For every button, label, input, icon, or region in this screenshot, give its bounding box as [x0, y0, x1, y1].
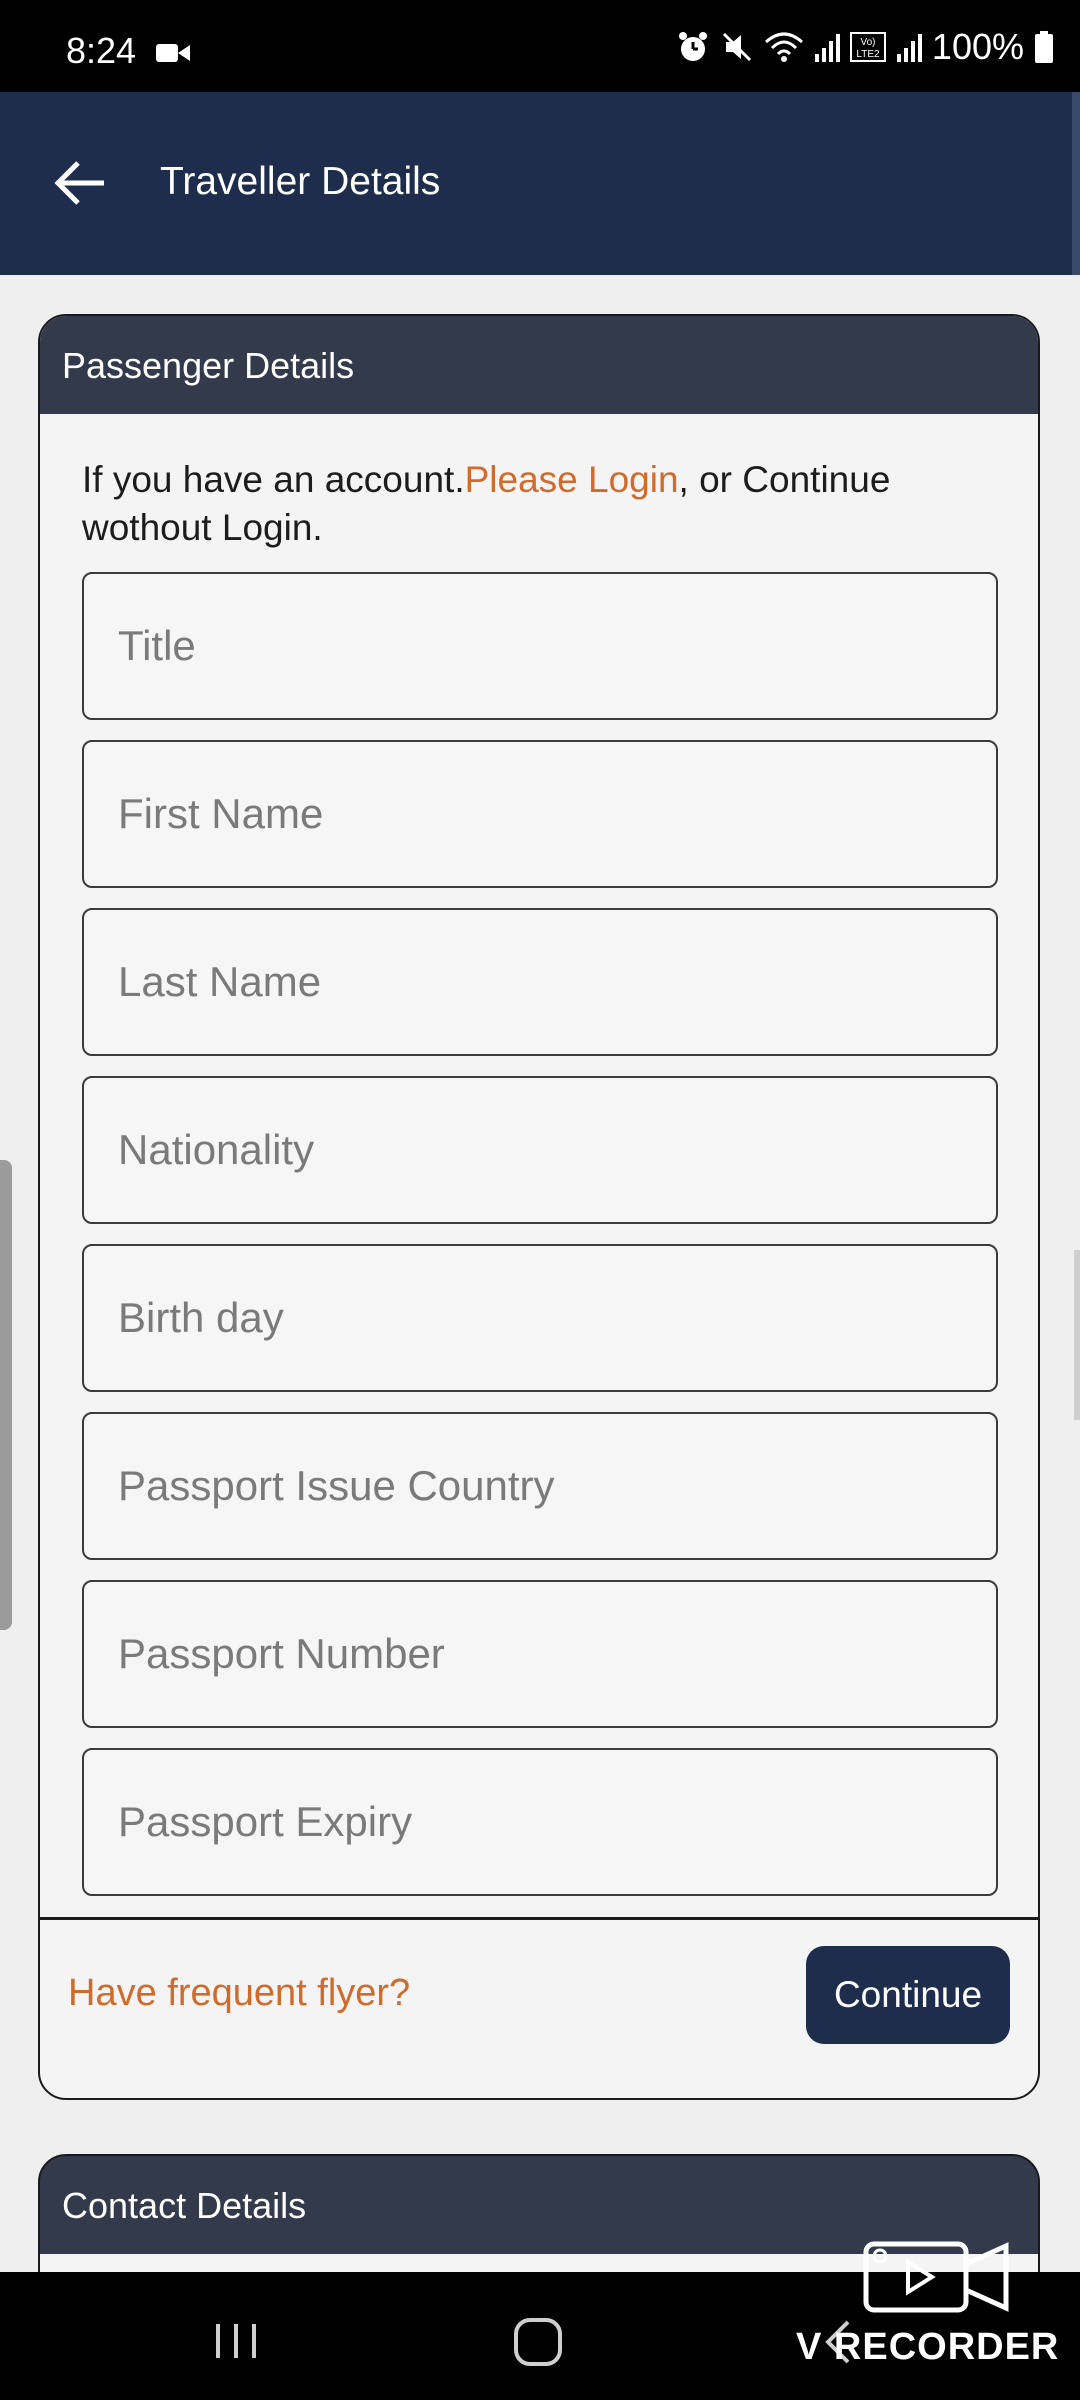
watermark-text: V RECORDER	[796, 2326, 1060, 2368]
signal-icon	[814, 34, 840, 62]
passport-number-input[interactable]	[84, 1629, 996, 1679]
video-camera-icon	[863, 2241, 1009, 2313]
wifi-icon	[764, 32, 803, 62]
status-time: 8:24	[66, 30, 137, 71]
svg-text:Vo): Vo)	[860, 37, 875, 48]
passport-expiry-field[interactable]	[82, 1748, 998, 1896]
passenger-form: If you have an account.Please Login, or …	[40, 414, 1038, 1896]
v-recorder-watermark: V RECORDER	[790, 2232, 1060, 2372]
arrow-left-icon[interactable]	[52, 158, 108, 208]
birth-day-input[interactable]	[84, 1293, 996, 1343]
title-field[interactable]	[82, 572, 998, 720]
login-prompt: If you have an account.Please Login, or …	[82, 456, 998, 552]
page-title: Traveller Details	[160, 160, 441, 203]
volte-icon: Vo) LTE2	[849, 32, 886, 62]
battery-icon	[1035, 31, 1053, 63]
home-icon[interactable]	[512, 2316, 564, 2368]
login-prompt-text: If you have an account.	[82, 459, 465, 500]
frequent-flyer-link[interactable]: Have frequent flyer?	[68, 1972, 410, 2015]
first-name-field[interactable]	[82, 740, 998, 888]
continue-button[interactable]: Continue	[806, 1946, 1010, 2044]
birth-day-field[interactable]	[82, 1244, 998, 1392]
edge-panel-handle[interactable]	[0, 1160, 12, 1630]
battery-percent: 100%	[931, 26, 1024, 67]
recents-icon[interactable]	[212, 2322, 260, 2360]
app-bar-scroll-indicator	[1072, 92, 1080, 275]
title-input[interactable]	[84, 621, 996, 671]
signal-icon	[896, 34, 922, 62]
passport-issue-country-input[interactable]	[84, 1461, 996, 1511]
last-name-input[interactable]	[84, 957, 996, 1007]
scrollbar[interactable]	[1074, 1250, 1080, 1420]
passenger-details-card: Passenger Details If you have an account…	[38, 314, 1040, 2100]
passenger-card-footer: Have frequent flyer? Continue	[40, 1917, 1038, 2070]
first-name-input[interactable]	[84, 789, 996, 839]
passport-expiry-input[interactable]	[84, 1797, 996, 1847]
passport-number-field[interactable]	[82, 1580, 998, 1728]
passenger-details-header: Passenger Details	[40, 316, 1038, 414]
last-name-field[interactable]	[82, 908, 998, 1056]
passport-issue-country-field[interactable]	[82, 1412, 998, 1560]
mute-icon	[722, 32, 751, 62]
alarm-icon	[678, 32, 707, 61]
nationality-input[interactable]	[84, 1125, 996, 1175]
app-bar: Traveller Details	[0, 92, 1080, 275]
svg-text:LTE2: LTE2	[856, 49, 880, 60]
video-recording-icon	[156, 44, 190, 62]
please-login-link[interactable]: Please Login	[465, 459, 679, 500]
nationality-field[interactable]	[82, 1076, 998, 1224]
status-icons: Vo) LTE2 100%	[676, 22, 1054, 72]
status-bar: 8:24 Vo) LTE2 100%	[0, 0, 1080, 92]
